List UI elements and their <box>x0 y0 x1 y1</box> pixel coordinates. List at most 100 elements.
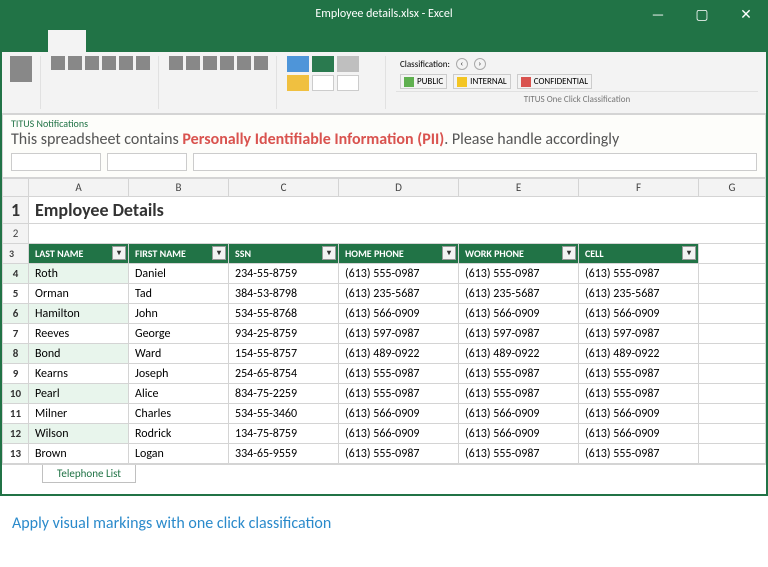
cell-last[interactable]: Brown <box>29 444 129 464</box>
row-header[interactable]: 13 <box>3 444 29 464</box>
wrap-icon[interactable] <box>237 56 251 70</box>
row-header[interactable]: 9 <box>3 364 29 384</box>
font-color-icon[interactable] <box>136 56 150 70</box>
align-left-icon[interactable] <box>169 56 183 70</box>
cell-cell[interactable]: (613) 555-0987 <box>579 444 699 464</box>
cell-ssn[interactable]: 534-55-8768 <box>229 304 339 324</box>
row-header[interactable]: 10 <box>3 384 29 404</box>
row-header[interactable]: 6 <box>3 304 29 324</box>
cell-first[interactable]: John <box>129 304 229 324</box>
formula-bar[interactable] <box>193 153 757 171</box>
cell-ssn[interactable]: 154-55-8757 <box>229 344 339 364</box>
cell-home[interactable]: (613) 555-0987 <box>339 364 459 384</box>
bold-icon[interactable] <box>51 56 65 70</box>
table-header-cell[interactable]: WORK PHONE▾ <box>459 244 579 264</box>
ribbon-tab[interactable] <box>174 30 212 52</box>
cell-ssn[interactable]: 254-65-8754 <box>229 364 339 384</box>
cell-home[interactable]: (613) 566-0909 <box>339 404 459 424</box>
name-box[interactable] <box>11 153 101 171</box>
cell-cell[interactable]: (613) 489-0922 <box>579 344 699 364</box>
classification-option-public[interactable]: PUBLIC <box>400 74 447 89</box>
cell-last[interactable]: Bond <box>29 344 129 364</box>
align-right-icon[interactable] <box>203 56 217 70</box>
cell-ssn[interactable]: 334-65-9559 <box>229 444 339 464</box>
cell-cell[interactable]: (613) 566-0909 <box>579 304 699 324</box>
cell-last[interactable]: Wilson <box>29 424 129 444</box>
select-all-cell[interactable] <box>3 179 29 197</box>
cell-first[interactable]: Joseph <box>129 364 229 384</box>
empty-cell[interactable] <box>699 304 766 324</box>
empty-cell[interactable] <box>699 384 766 404</box>
row-header[interactable]: 3 <box>3 244 29 264</box>
cell-last[interactable]: Orman <box>29 284 129 304</box>
close-button[interactable]: ✕ <box>724 0 768 28</box>
cell-work[interactable]: (613) 566-0909 <box>459 304 579 324</box>
border-icon[interactable] <box>102 56 116 70</box>
fx-small[interactable] <box>107 153 187 171</box>
style-swatch-icon[interactable] <box>312 56 334 72</box>
cell-work[interactable]: (613) 235-5687 <box>459 284 579 304</box>
spreadsheet-grid[interactable]: ABCDEFG 1Employee Details 2 3LAST NAME▾F… <box>2 178 766 464</box>
column-header[interactable]: F <box>579 179 699 197</box>
row-header[interactable]: 2 <box>3 224 29 244</box>
style-swatch-icon[interactable] <box>287 56 309 72</box>
cell-home[interactable]: (613) 566-0909 <box>339 304 459 324</box>
chevron-right-icon[interactable]: › <box>474 58 486 70</box>
empty-cell[interactable] <box>699 444 766 464</box>
column-header[interactable]: C <box>229 179 339 197</box>
cell-ssn[interactable]: 384-53-8798 <box>229 284 339 304</box>
empty-cell[interactable] <box>699 324 766 344</box>
empty-cell[interactable] <box>29 224 766 244</box>
table-header-cell[interactable]: SSN▾ <box>229 244 339 264</box>
style-swatch-icon[interactable] <box>287 75 309 91</box>
minimize-button[interactable]: — <box>636 0 680 28</box>
cell-work[interactable]: (613) 566-0909 <box>459 404 579 424</box>
cell-ssn[interactable]: 934-25-8759 <box>229 324 339 344</box>
cell-last[interactable]: Milner <box>29 404 129 424</box>
style-swatch-icon[interactable] <box>337 75 359 91</box>
cell-ssn[interactable]: 234-55-8759 <box>229 264 339 284</box>
table-header-cell[interactable]: HOME PHONE▾ <box>339 244 459 264</box>
cell-home[interactable]: (613) 555-0987 <box>339 444 459 464</box>
cell-first[interactable]: Daniel <box>129 264 229 284</box>
row-header[interactable]: 12 <box>3 424 29 444</box>
row-header[interactable]: 8 <box>3 344 29 364</box>
cell-cell[interactable]: (613) 566-0909 <box>579 404 699 424</box>
cell-cell[interactable]: (613) 555-0987 <box>579 364 699 384</box>
style-swatch-icon[interactable] <box>337 56 359 72</box>
style-swatch-icon[interactable] <box>312 75 334 91</box>
cell-first[interactable]: George <box>129 324 229 344</box>
row-header[interactable]: 1 <box>3 197 29 224</box>
cell-home[interactable]: (613) 555-0987 <box>339 264 459 284</box>
column-header[interactable]: B <box>129 179 229 197</box>
cell-ssn[interactable]: 834-75-2259 <box>229 384 339 404</box>
row-header[interactable]: 7 <box>3 324 29 344</box>
filter-dropdown-icon[interactable]: ▾ <box>682 246 696 260</box>
cell-ssn[interactable]: 134-75-8759 <box>229 424 339 444</box>
cell-last[interactable]: Pearl <box>29 384 129 404</box>
cell-first[interactable]: Ward <box>129 344 229 364</box>
cell-first[interactable]: Charles <box>129 404 229 424</box>
cell-first[interactable]: Alice <box>129 384 229 404</box>
cell-home[interactable]: (613) 235-5687 <box>339 284 459 304</box>
cell-work[interactable]: (613) 555-0987 <box>459 364 579 384</box>
sheet-title[interactable]: Employee Details <box>29 197 766 224</box>
cell-first[interactable]: Rodrick <box>129 424 229 444</box>
cell-first[interactable]: Tad <box>129 284 229 304</box>
cell-last[interactable]: Reeves <box>29 324 129 344</box>
align-center-icon[interactable] <box>186 56 200 70</box>
filter-dropdown-icon[interactable]: ▾ <box>112 246 126 260</box>
empty-cell[interactable] <box>699 424 766 444</box>
cell-work[interactable]: (613) 555-0987 <box>459 264 579 284</box>
empty-cell[interactable] <box>699 344 766 364</box>
paste-icon[interactable] <box>10 56 32 82</box>
empty-cell[interactable] <box>699 264 766 284</box>
empty-cell[interactable] <box>699 364 766 384</box>
ribbon-tab[interactable] <box>216 30 254 52</box>
table-header-cell[interactable]: CELL▾ <box>579 244 699 264</box>
table-header-cell[interactable]: FIRST NAME▾ <box>129 244 229 264</box>
row-header[interactable]: 4 <box>3 264 29 284</box>
ribbon-tab[interactable] <box>6 30 44 52</box>
row-header[interactable]: 11 <box>3 404 29 424</box>
table-header-cell[interactable]: LAST NAME▾ <box>29 244 129 264</box>
